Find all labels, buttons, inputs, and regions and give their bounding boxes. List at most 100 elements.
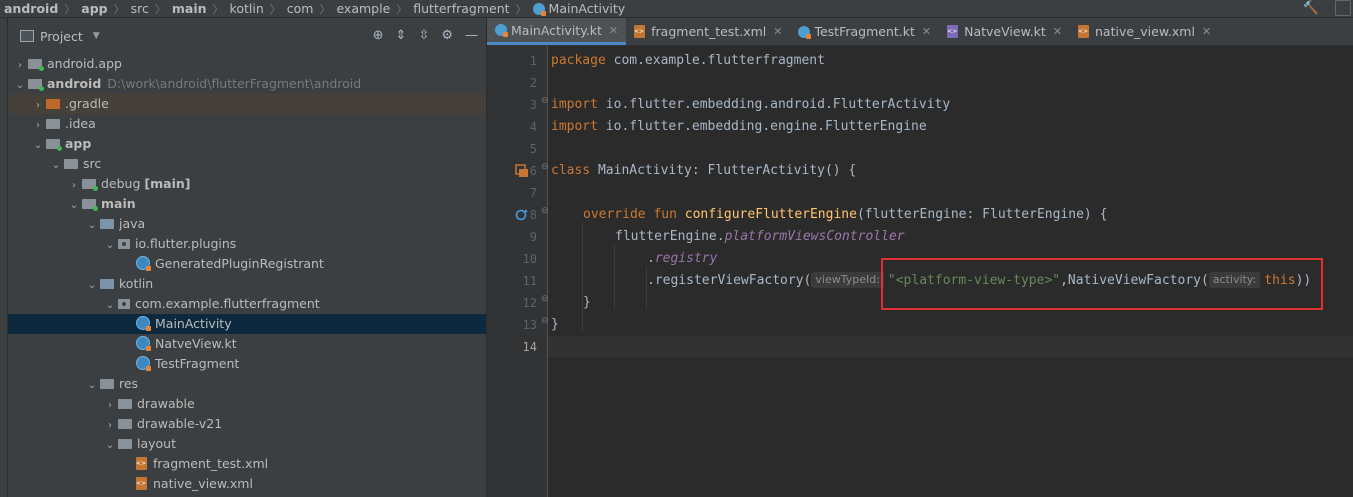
tree-item-label: .gradle [65, 96, 109, 111]
tree-item-java[interactable]: ⌄ java [8, 214, 486, 234]
close-icon[interactable]: ✕ [773, 25, 782, 38]
chevron-down-icon[interactable]: ⌄ [30, 136, 46, 156]
chevron-right-icon[interactable]: › [66, 176, 82, 196]
current-line-highlight [548, 336, 1353, 358]
tree-item-android[interactable]: ⌄ android D:\work\android\flutterFragment\… [8, 74, 486, 94]
tree-item-kotlin[interactable]: ⌄ kotlin [8, 274, 486, 294]
chevron-down-icon[interactable]: ⌄ [102, 436, 118, 456]
project-panel-title[interactable]: Project [40, 29, 83, 44]
breadcrumb-example[interactable]: example [332, 1, 394, 16]
module-icon [28, 59, 44, 71]
tab-fragment-test-xml[interactable]: fragment_test.xml ✕ [626, 18, 790, 45]
tree-item-main[interactable]: ⌄ main [8, 194, 486, 214]
tree-item-idea[interactable]: › .idea [8, 114, 486, 134]
highlight-annotation-box [881, 258, 1323, 310]
project-icon [20, 30, 34, 42]
chevron-right-icon[interactable]: › [12, 56, 28, 76]
indent-guide [614, 244, 615, 310]
chevron-down-icon[interactable]: ⌄ [102, 236, 118, 256]
tree-item-label: kotlin [119, 276, 154, 291]
tab-native-view-xml[interactable]: native_view.xml ✕ [1070, 18, 1219, 45]
close-icon[interactable]: ✕ [1202, 25, 1211, 38]
resource-folder-icon [100, 379, 114, 389]
breadcrumb-src[interactable]: src [127, 1, 153, 16]
breadcrumb-app[interactable]: app [77, 1, 111, 16]
line-number-current: 14 [522, 340, 537, 354]
tree-item-label: app [65, 136, 92, 151]
breadcrumb-main[interactable]: main [168, 1, 211, 16]
breadcrumb-mainactivity[interactable]: MainActivity [529, 1, 630, 16]
tree-item-fragment-test-xml[interactable]: fragment_test.xml [8, 454, 486, 474]
tab-label: native_view.xml [1094, 24, 1195, 39]
fold-marker-icon[interactable]: ⊖ [541, 162, 549, 172]
tree-item-drawable[interactable]: › drawable [8, 394, 486, 414]
android-activity-gutter-icon[interactable] [515, 164, 529, 178]
collapse-all-icon[interactable]: ⇳ [418, 28, 429, 43]
tree-item-src[interactable]: ⌄ src [8, 154, 486, 174]
property: platformViewsController [724, 229, 905, 244]
tree-item-testfragment[interactable]: TestFragment [8, 354, 486, 374]
tree-item-generatedpluginregistrant[interactable]: GeneratedPluginRegistrant [8, 254, 486, 274]
chevron-down-icon[interactable]: ⌄ [84, 376, 100, 396]
close-icon[interactable]: ✕ [922, 25, 931, 38]
tree-item-android-app[interactable]: › android.app [8, 54, 486, 74]
tree-item-gradle[interactable]: › .gradle [8, 94, 486, 114]
chevron-down-icon[interactable]: ▼ [93, 31, 100, 41]
chevron-down-icon[interactable]: ⌄ [102, 296, 118, 316]
toolbar-toggle-icon[interactable] [1335, 0, 1351, 16]
breadcrumb-kotlin[interactable]: kotlin [226, 1, 268, 16]
line-number: 3 [529, 98, 537, 112]
line-number: 9 [529, 230, 537, 244]
minimize-icon[interactable]: — [465, 28, 478, 43]
tree-item-label: native_view.xml [153, 476, 253, 491]
breadcrumb-com[interactable]: com [283, 1, 318, 16]
tree-item-natveview[interactable]: NatveView.kt [8, 334, 486, 354]
xml-file-icon [634, 25, 646, 38]
chevron-down-icon[interactable]: ⌄ [66, 196, 82, 216]
tree-item-label: io.flutter.plugins [135, 236, 237, 251]
tree-item-io-flutter-plugins[interactable]: ⌄ io.flutter.plugins [8, 234, 486, 254]
chevron-right-icon[interactable]: › [30, 96, 46, 116]
chevron-right-icon[interactable]: › [30, 116, 46, 136]
tree-item-app[interactable]: ⌄ app [8, 134, 486, 154]
fold-marker-icon[interactable]: ⊖ [541, 294, 549, 304]
tree-item-com-example-flutterfragment[interactable]: ⌄ com.example.flutterfragment [8, 294, 486, 314]
chevron-right-icon: 〉 [396, 2, 408, 16]
breadcrumb-android[interactable]: android [0, 1, 62, 16]
tree-item-label: res [119, 376, 139, 391]
tab-testfragment-kt[interactable]: TestFragment.kt ✕ [790, 18, 939, 45]
expand-all-icon[interactable]: ⇕ [396, 28, 407, 43]
chevron-down-icon[interactable]: ⌄ [12, 76, 28, 96]
tree-item-res[interactable]: ⌄ res [8, 374, 486, 394]
close-icon[interactable]: ✕ [609, 24, 618, 37]
tree-item-native-view-xml[interactable]: native_view.xml [8, 474, 486, 494]
tree-item-layout[interactable]: ⌄ layout [8, 434, 486, 454]
chevron-down-icon[interactable]: ⌄ [84, 216, 100, 236]
chevron-down-icon[interactable]: ⌄ [48, 156, 64, 176]
chevron-right-icon: 〉 [212, 2, 224, 16]
module-path: D:\work\android\flutterFragment\android [107, 76, 362, 91]
breadcrumb-flutterfragment[interactable]: flutterfragment [409, 1, 513, 16]
fold-marker-icon[interactable]: ⊖ [541, 96, 549, 106]
tree-item-debug[interactable]: › debug [main] [8, 174, 486, 194]
build-hammer-icon[interactable]: 🔨 [1303, 1, 1319, 16]
override-method-gutter-icon[interactable] [515, 208, 529, 222]
module-icon [46, 139, 62, 151]
fold-marker-icon[interactable]: ⊖ [541, 316, 549, 326]
fold-marker-icon[interactable]: ⊖ [541, 206, 549, 216]
close-icon[interactable]: ✕ [1053, 25, 1062, 38]
panel-toolbar: ⊕ ⇕ ⇳ ⚙ — [373, 28, 478, 43]
keyword: import [551, 119, 598, 134]
folder-icon [82, 199, 98, 211]
gear-icon[interactable]: ⚙ [441, 28, 453, 43]
chevron-right-icon[interactable]: › [102, 416, 118, 436]
keyword: class [551, 163, 591, 178]
tree-item-mainactivity[interactable]: MainActivity [8, 314, 486, 334]
tab-mainactivity-kt[interactable]: MainActivity.kt ✕ [487, 18, 627, 45]
tree-item-drawable-v21[interactable]: › drawable-v21 [8, 414, 486, 434]
chevron-right-icon[interactable]: › [102, 396, 118, 416]
tab-natveview-kt[interactable]: NatveView.kt ✕ [939, 18, 1070, 45]
kotlin-class-icon [495, 24, 508, 37]
chevron-down-icon[interactable]: ⌄ [84, 276, 100, 296]
locate-icon[interactable]: ⊕ [373, 28, 384, 43]
